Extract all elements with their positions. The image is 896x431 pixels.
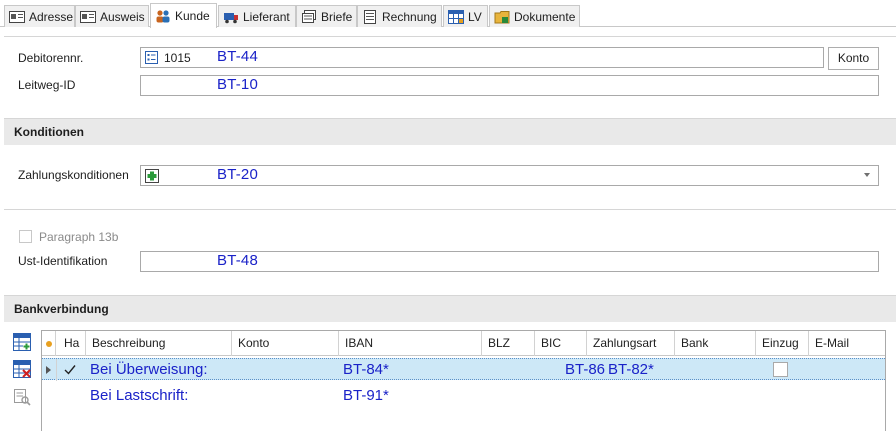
tab-strip: Adresse Ausweis Kunde Lieferant Briefe R…	[0, 0, 896, 28]
tab-dokumente[interactable]: Dokumente	[489, 5, 580, 27]
col-zahlungsart[interactable]: Zahlungsart	[587, 331, 675, 356]
service-list-icon	[448, 9, 464, 24]
tab-lv[interactable]: LV	[443, 5, 488, 27]
panel-divider	[4, 209, 896, 210]
tab-kunde[interactable]: Kunde	[150, 3, 217, 28]
col-email[interactable]: E-Mail	[809, 331, 885, 356]
check-icon[interactable]	[64, 364, 76, 375]
bank-grid: Ha Beschreibung Konto IBAN BLZ BIC Zahlu…	[41, 330, 886, 431]
einzug-checkbox[interactable]	[773, 362, 788, 377]
col-beschreibung[interactable]: Beschreibung	[86, 331, 232, 356]
invoice-icon	[364, 9, 376, 24]
letters-icon	[302, 9, 316, 23]
tab-lieferant[interactable]: Lieferant	[218, 5, 296, 27]
preview-row-button[interactable]	[11, 386, 33, 408]
ust-label: Ust-Identifikation	[18, 254, 108, 268]
panel-divider	[4, 36, 896, 37]
documents-icon	[494, 10, 510, 23]
new-row-indicator	[42, 331, 56, 356]
col-bic[interactable]: BIC	[535, 331, 587, 356]
list-icon	[145, 51, 158, 64]
debitor-tag: BT-44	[217, 48, 259, 65]
grid-header: Ha Beschreibung Konto IBAN BLZ BIC Zahlu…	[42, 331, 885, 356]
col-ha[interactable]: Ha	[56, 331, 86, 356]
customer-icon	[156, 10, 170, 23]
row-iban: BT-84*	[343, 361, 389, 378]
zahlungskonditionen-tag: BT-20	[217, 166, 259, 183]
supplier-icon	[224, 12, 238, 23]
row-indicator-icon	[46, 366, 51, 374]
row-zahlungsart: BT-82*	[608, 361, 654, 378]
leitweg-tag: BT-10	[217, 76, 259, 93]
tab-adresse[interactable]: Adresse	[4, 5, 75, 27]
table-row[interactable]: Bei Lastschrift: BT-91*	[42, 385, 885, 407]
add-icon	[145, 169, 159, 183]
col-blz[interactable]: BLZ	[482, 331, 535, 356]
row-beschreibung: Bei Überweisung:	[90, 361, 208, 378]
col-iban[interactable]: IBAN	[339, 331, 482, 356]
leitweg-label: Leitweg-ID	[18, 78, 76, 92]
col-einzug[interactable]: Einzug	[756, 331, 809, 356]
table-row[interactable]: Bei Überweisung: BT-84* BT-86 BT-82*	[42, 358, 885, 381]
tab-ausweis[interactable]: Ausweis	[75, 5, 149, 27]
bankverbindung-header: Bankverbindung	[4, 295, 896, 322]
delete-row-button[interactable]	[11, 358, 33, 380]
col-bank[interactable]: Bank	[675, 331, 756, 356]
zahlungskonditionen-label: Zahlungskonditionen	[18, 168, 129, 182]
konditionen-header: Konditionen	[4, 118, 896, 145]
view-details-icon	[14, 389, 31, 406]
ust-tag: BT-48	[217, 252, 259, 269]
add-row-button[interactable]	[11, 331, 33, 353]
row-bic: BT-86	[565, 361, 606, 378]
id-card-icon	[80, 10, 96, 23]
tab-briefe[interactable]: Briefe	[296, 5, 357, 27]
konto-button[interactable]: Konto	[828, 47, 879, 70]
chevron-down-icon[interactable]	[864, 173, 870, 177]
row-beschreibung: Bei Lastschrift:	[90, 387, 189, 404]
col-konto[interactable]: Konto	[232, 331, 339, 356]
tab-rechnung[interactable]: Rechnung	[357, 5, 442, 27]
delete-row-icon	[13, 360, 31, 378]
debitor-value: 1015	[164, 51, 191, 65]
row-divider	[56, 359, 57, 381]
asterisk-icon	[46, 341, 52, 347]
paragraph-13b-label: Paragraph 13b	[39, 230, 119, 244]
add-row-icon	[13, 333, 31, 351]
paragraph-13b-checkbox[interactable]	[19, 230, 32, 243]
row-iban: BT-91*	[343, 387, 389, 404]
debitor-label: Debitorennr.	[18, 51, 84, 65]
address-card-icon	[9, 10, 25, 23]
